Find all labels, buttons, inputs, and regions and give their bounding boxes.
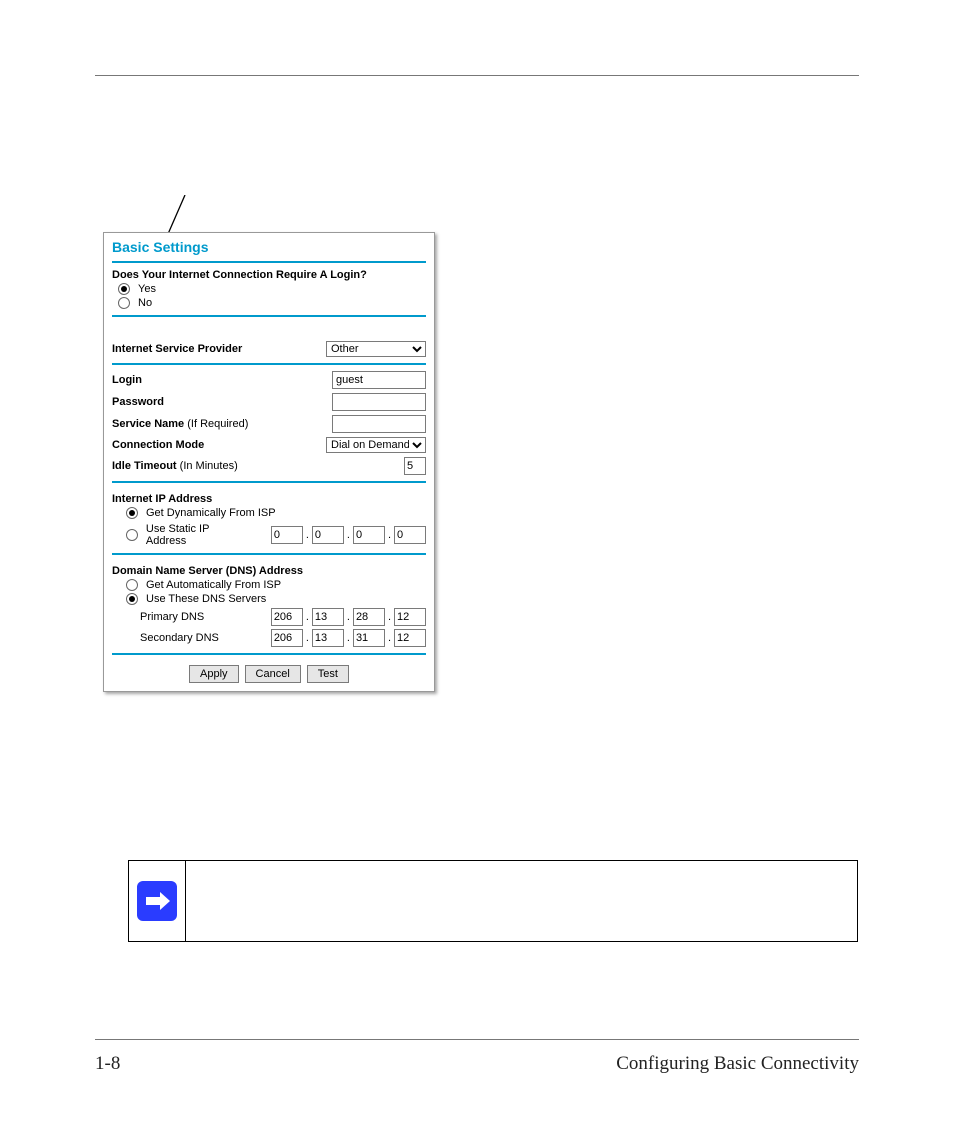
primary-dns-group: . . . [271, 608, 426, 626]
service-name-label: Service Name [112, 418, 184, 430]
login-no-option[interactable]: No [118, 297, 426, 309]
login-input[interactable] [332, 371, 426, 389]
section-title: Configuring Basic Connectivity [616, 1053, 859, 1075]
page-number: 1-8 [95, 1053, 120, 1075]
note-box [128, 860, 858, 942]
dns-section-header: Domain Name Server (DNS) Address [112, 565, 426, 577]
login-label: Login [112, 374, 142, 386]
primary-dns-octet-2[interactable] [312, 608, 344, 626]
primary-dns-octet-1[interactable] [271, 608, 303, 626]
dns-auto-radio[interactable] [126, 579, 138, 591]
divider [112, 315, 426, 317]
divider [112, 481, 426, 483]
ip-dynamic-radio[interactable] [126, 507, 138, 519]
idle-timeout-label: Idle Timeout [112, 460, 177, 472]
secondary-dns-label: Secondary DNS [140, 632, 219, 644]
service-name-input[interactable] [332, 415, 426, 433]
dns-auto-label: Get Automatically From ISP [146, 579, 281, 591]
login-no-label: No [138, 297, 152, 309]
panel-title: Basic Settings [112, 239, 426, 255]
ip-static-option[interactable]: Use Static IP Address [126, 523, 251, 547]
apply-button[interactable]: Apply [189, 665, 239, 683]
dns-manual-option[interactable]: Use These DNS Servers [126, 593, 426, 605]
idle-timeout-input[interactable] [404, 457, 426, 475]
note-content [186, 861, 857, 941]
isp-select[interactable]: Other [326, 341, 426, 357]
ip-static-radio[interactable] [126, 529, 138, 541]
divider [112, 261, 426, 263]
password-input[interactable] [332, 393, 426, 411]
dns-auto-option[interactable]: Get Automatically From ISP [126, 579, 426, 591]
static-ip-octet-1[interactable] [271, 526, 303, 544]
divider [112, 363, 426, 365]
login-question-label: Does Your Internet Connection Require A … [112, 269, 426, 281]
cancel-button[interactable]: Cancel [245, 665, 301, 683]
idle-timeout-unit: (In Minutes) [180, 460, 238, 472]
static-ip-octet-3[interactable] [353, 526, 385, 544]
static-ip-group: . . . [271, 526, 426, 544]
login-yes-option[interactable]: Yes [118, 283, 426, 295]
secondary-dns-octet-2[interactable] [312, 629, 344, 647]
basic-settings-panel: Basic Settings Does Your Internet Connec… [103, 232, 435, 692]
static-ip-octet-2[interactable] [312, 526, 344, 544]
password-label: Password [112, 396, 164, 408]
divider [112, 553, 426, 555]
secondary-dns-octet-1[interactable] [271, 629, 303, 647]
login-yes-radio[interactable] [118, 283, 130, 295]
dns-manual-radio[interactable] [126, 593, 138, 605]
ip-section-header: Internet IP Address [112, 493, 426, 505]
login-yes-label: Yes [138, 283, 156, 295]
test-button[interactable]: Test [307, 665, 349, 683]
secondary-dns-octet-4[interactable] [394, 629, 426, 647]
ip-dynamic-option[interactable]: Get Dynamically From ISP [126, 507, 426, 519]
note-icon-cell [129, 861, 186, 941]
ip-static-label: Use Static IP Address [146, 523, 251, 547]
connection-mode-select[interactable]: Dial on Demand [326, 437, 426, 453]
ip-dynamic-label: Get Dynamically From ISP [146, 507, 276, 519]
secondary-dns-group: . . . [271, 629, 426, 647]
login-no-radio[interactable] [118, 297, 130, 309]
primary-dns-label: Primary DNS [140, 611, 204, 623]
primary-dns-octet-4[interactable] [394, 608, 426, 626]
primary-dns-octet-3[interactable] [353, 608, 385, 626]
static-ip-octet-4[interactable] [394, 526, 426, 544]
secondary-dns-octet-3[interactable] [353, 629, 385, 647]
connection-mode-label: Connection Mode [112, 439, 204, 451]
arrow-right-icon [137, 881, 177, 921]
dns-manual-label: Use These DNS Servers [146, 593, 266, 605]
footer-divider [95, 1039, 859, 1040]
isp-label: Internet Service Provider [112, 343, 242, 355]
divider [112, 653, 426, 655]
service-name-note: (If Required) [187, 418, 248, 430]
